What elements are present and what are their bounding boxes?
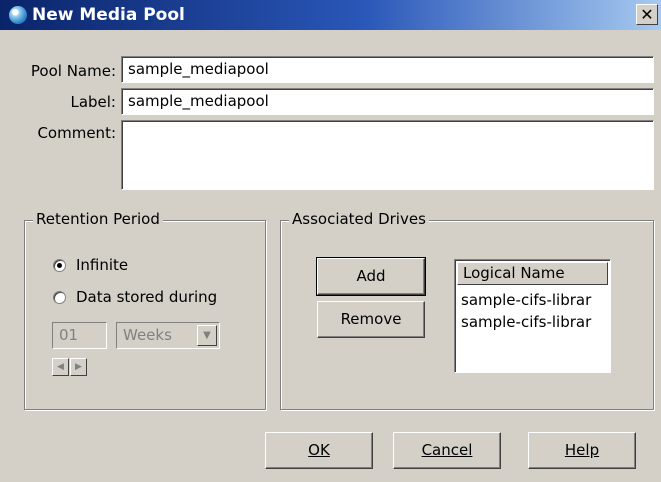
close-icon: ✕: [640, 5, 654, 24]
remove-button[interactable]: Remove: [317, 301, 425, 338]
help-button-label: Help: [564, 441, 600, 459]
period-unit-select[interactable]: Weeks ▼: [116, 322, 220, 349]
radio-infinite-label: Infinite: [76, 256, 129, 274]
retention-period-legend: Retention Period: [33, 210, 163, 228]
cancel-button[interactable]: Cancel: [393, 432, 501, 469]
comment-field[interactable]: [121, 120, 654, 190]
list-item[interactable]: sample-cifs-librar: [461, 291, 591, 309]
comment-label: Comment:: [37, 124, 116, 142]
radio-infinite[interactable]: Infinite: [53, 256, 128, 274]
associated-drives-legend: Associated Drives: [289, 210, 429, 228]
help-button[interactable]: Help: [528, 432, 636, 469]
media-pool-icon: [9, 6, 27, 24]
pool-name-label: Pool Name:: [30, 62, 116, 80]
add-button-label: Add: [356, 267, 386, 285]
radio-data-stored-label: Data stored during: [76, 288, 218, 306]
list-item[interactable]: sample-cifs-librar: [461, 313, 591, 331]
spin-right-icon[interactable]: ▶: [70, 358, 87, 376]
chevron-down-icon[interactable]: ▼: [197, 325, 217, 346]
ok-button[interactable]: OK: [265, 432, 373, 469]
radio-infinite-button[interactable]: [53, 258, 66, 272]
ok-button-label: OK: [308, 441, 330, 459]
period-value-field[interactable]: 01: [52, 322, 107, 349]
retention-period-group: Retention Period: [24, 210, 266, 410]
label-field[interactable]: sample_mediapool: [121, 88, 654, 115]
label-label: Label:: [70, 93, 116, 111]
pool-name-field[interactable]: sample_mediapool: [121, 56, 654, 83]
add-button[interactable]: Add: [316, 257, 426, 296]
radio-data-stored-button[interactable]: [53, 290, 66, 304]
period-unit-value: Weeks: [123, 326, 172, 344]
close-button[interactable]: ✕: [636, 4, 658, 25]
logical-name-list[interactable]: Logical Name sample-cifs-librar sample-c…: [454, 259, 611, 373]
window-title: New Media Pool: [32, 5, 185, 25]
cancel-button-label: Cancel: [421, 441, 473, 459]
spin-left-icon[interactable]: ◀: [52, 358, 69, 376]
remove-button-label: Remove: [340, 310, 402, 328]
title-bar: New Media Pool ✕: [0, 0, 661, 30]
logical-name-column-header[interactable]: Logical Name: [457, 262, 608, 285]
radio-data-stored-during[interactable]: Data stored during: [53, 288, 217, 306]
